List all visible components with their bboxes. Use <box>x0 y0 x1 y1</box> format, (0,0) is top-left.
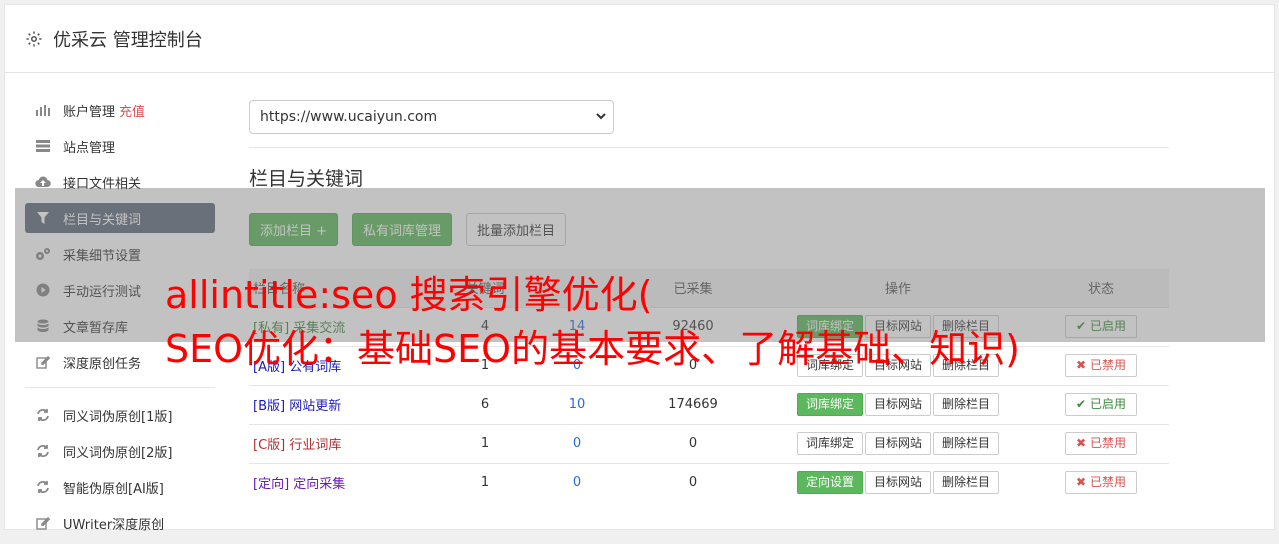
status-toggle[interactable]: ✔ 已启用 <box>1065 393 1137 416</box>
sidebar-item-sites[interactable]: 站点管理 <box>25 131 215 161</box>
site-select-value: https://www.ucaiyun.com <box>260 109 438 125</box>
overlay-line-1: allintitle:seo 搜索引擎优化( <box>165 273 653 317</box>
sidebar-item-synonym-v1[interactable]: 同义词伪原创[1版] <box>25 400 215 430</box>
sidebar-item-label: 深度原创任务 <box>63 356 142 372</box>
section-title: 栏目与关键词 <box>249 168 364 190</box>
row-collected-total: 174669 <box>623 384 763 424</box>
overlay-line-2: SEO优化：基础SEO的基本要求、了解基础、知识) <box>165 327 1020 371</box>
row-name-cell: [C版] 行业词库 <box>249 423 439 463</box>
row-actions: 词库绑定 目标网站 删除栏目 <box>763 423 1033 463</box>
check-icon: ✔ <box>1076 397 1087 411</box>
header: 优采云 管理控制台 <box>5 5 1274 73</box>
row-column-count[interactable]: 10 <box>531 384 623 424</box>
cross-icon: ✖ <box>1076 436 1087 450</box>
status-toggle[interactable]: ✖ 已禁用 <box>1065 432 1137 455</box>
overlay-caption: allintitle:seo 搜索引擎优化( SEO优化：基础SEO的基本要求、… <box>165 268 1265 376</box>
sidebar-item-label: 账户管理 <box>63 104 116 120</box>
row-column-count[interactable]: 0 <box>531 462 623 502</box>
sidebar-divider <box>25 387 215 388</box>
table-row: [B版] 网站更新 6 10 174669 词库绑定 目标网站 删除栏目 ✔ 已启用 <box>249 384 1169 424</box>
table-row: [定向] 定向采集 1 0 0 定向设置 目标网站 删除栏目 ✖ 已禁用 <box>249 462 1169 502</box>
status-label: 已启用 <box>1089 397 1126 411</box>
edit-icon <box>35 354 51 370</box>
divider <box>249 147 1169 148</box>
row-tag: [定向] <box>253 477 290 493</box>
site-select[interactable]: https://www.ucaiyun.com <box>249 100 614 134</box>
row-keyword-count: 1 <box>439 462 531 502</box>
server-icon <box>35 138 51 154</box>
status-label: 已禁用 <box>1089 436 1126 450</box>
delete-column-button[interactable]: 删除栏目 <box>933 471 1000 495</box>
recharge-link[interactable]: 充值 <box>119 101 145 120</box>
status-label: 已禁用 <box>1089 475 1126 490</box>
bar-chart-icon <box>35 102 51 118</box>
status-toggle[interactable]: ✖ 已禁用 <box>1065 471 1137 495</box>
sidebar-item-label: 站点管理 <box>63 140 116 156</box>
bind-dict-button[interactable]: 词库绑定 <box>796 432 863 455</box>
sidebar-item-label: 同义词伪原创[2版] <box>63 445 173 461</box>
row-name-link[interactable]: 网站更新 <box>289 399 341 414</box>
bind-dict-button[interactable]: 词库绑定 <box>796 393 863 416</box>
gear-icon <box>26 31 42 46</box>
delete-column-button[interactable]: 删除栏目 <box>933 432 1000 455</box>
cross-icon: ✖ <box>1076 475 1087 490</box>
sidebar-item-label: 智能伪原创[AI版] <box>63 481 164 497</box>
row-status: ✖ 已禁用 <box>1033 423 1169 463</box>
table-row: [C版] 行业词库 1 0 0 词库绑定 目标网站 删除栏目 ✖ 已禁用 <box>249 423 1169 463</box>
refresh-icon <box>35 407 51 423</box>
page-title: 优采云 管理控制台 <box>53 29 203 51</box>
target-site-button[interactable]: 目标网站 <box>864 393 931 416</box>
sidebar-item-ai-rewrite[interactable]: 智能伪原创[AI版] <box>25 472 215 502</box>
row-tag: [B版] <box>253 399 286 414</box>
row-collected-total: 0 <box>623 462 763 502</box>
sidebar-item-uwriter[interactable]: UWriter深度原创 <box>25 508 215 538</box>
row-actions: 词库绑定 目标网站 删除栏目 <box>763 384 1033 424</box>
target-site-button[interactable]: 目标网站 <box>864 471 931 495</box>
row-tag: [C版] <box>253 438 286 453</box>
row-actions: 定向设置 目标网站 删除栏目 <box>763 462 1033 502</box>
row-name-link[interactable]: 定向采集 <box>293 477 345 492</box>
row-keyword-count: 6 <box>439 384 531 424</box>
bind-dict-button[interactable]: 定向设置 <box>796 471 863 495</box>
row-name-cell: [B版] 网站更新 <box>249 384 439 424</box>
row-name-cell: [定向] 定向采集 <box>249 462 439 502</box>
edit-icon <box>35 515 51 531</box>
row-name-link[interactable]: 行业词库 <box>289 438 341 453</box>
row-status: ✖ 已禁用 <box>1033 462 1169 502</box>
sidebar-item-account[interactable]: 账户管理 充值 <box>25 95 215 125</box>
target-site-button[interactable]: 目标网站 <box>864 432 931 455</box>
refresh-icon <box>35 479 51 495</box>
row-collected-total: 0 <box>623 423 763 463</box>
row-column-count[interactable]: 0 <box>531 423 623 463</box>
row-status: ✔ 已启用 <box>1033 384 1169 424</box>
row-keyword-count: 1 <box>439 423 531 463</box>
chevron-down-icon <box>596 113 606 120</box>
refresh-icon <box>35 443 51 459</box>
delete-column-button[interactable]: 删除栏目 <box>933 393 1000 416</box>
sidebar-item-synonym-v2[interactable]: 同义词伪原创[2版] <box>25 436 215 466</box>
sidebar-item-label: 同义词伪原创[1版] <box>63 409 173 425</box>
